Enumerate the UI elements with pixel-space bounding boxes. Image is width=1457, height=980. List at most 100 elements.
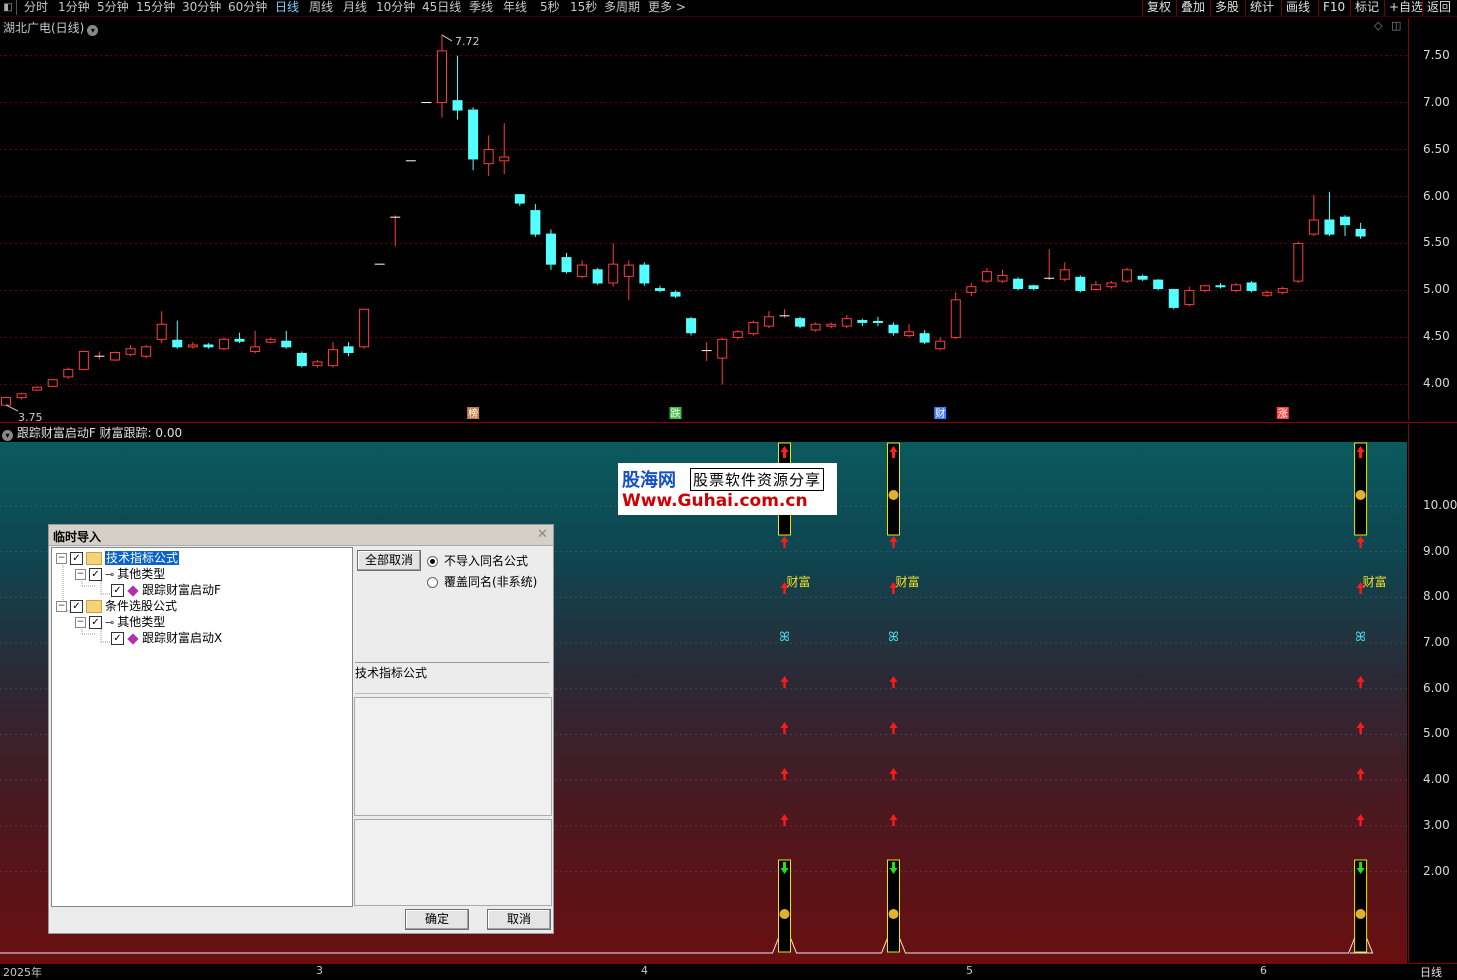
indicator-chevron-icon[interactable]: ▾	[2, 430, 13, 441]
candle[interactable]	[1028, 284, 1039, 291]
formula-description-panel[interactable]	[354, 697, 552, 816]
candle[interactable]	[281, 330, 292, 349]
period-tab[interactable]: 1分钟	[58, 0, 90, 16]
event-tag[interactable]: 涨	[1276, 407, 1289, 420]
candle[interactable]	[327, 342, 338, 368]
candle[interactable]	[810, 322, 821, 332]
formula-tree[interactable]: − ✓ 技术指标公式 − ✓ ⊸ 其他类型 ✓ 跟踪财富启动F − ✓ 条件选股公式 − ✓ ⊸ 其他…	[51, 547, 353, 907]
tree-node-formula-f[interactable]: ✓ 跟踪财富启动F	[111, 582, 221, 598]
tree-node-formula-x[interactable]: ✓ 跟踪财富启动X	[111, 630, 222, 646]
candle[interactable]	[172, 320, 183, 349]
candle[interactable]	[997, 269, 1008, 283]
candle[interactable]	[265, 337, 276, 344]
toolbar-button[interactable]: 多股	[1210, 0, 1243, 16]
candle[interactable]	[203, 343, 214, 349]
candle[interactable]	[218, 337, 229, 351]
candle[interactable]	[592, 267, 603, 285]
candle[interactable]	[701, 342, 712, 361]
candle[interactable]	[390, 215, 401, 247]
candle[interactable]	[1215, 282, 1226, 289]
period-tab[interactable]: 10分钟	[376, 0, 415, 16]
radio-unselected-icon[interactable]	[427, 577, 438, 588]
period-tab[interactable]: 多周期	[604, 0, 640, 16]
ok-button[interactable]: 确定	[405, 909, 469, 930]
period-tab[interactable]: 月线	[343, 0, 367, 16]
candle[interactable]	[1090, 281, 1101, 291]
candle[interactable]	[499, 123, 510, 174]
candle[interactable]	[47, 378, 58, 388]
candle[interactable]	[1137, 274, 1148, 282]
candle[interactable]	[452, 55, 463, 120]
candle[interactable]	[468, 107, 479, 171]
checkbox-checked-icon[interactable]: ✓	[89, 616, 102, 629]
candle[interactable]	[981, 267, 992, 283]
candle[interactable]	[483, 135, 494, 176]
candle[interactable]	[654, 285, 665, 293]
candle[interactable]	[32, 386, 43, 391]
candle[interactable]	[795, 316, 806, 329]
candle[interactable]	[125, 344, 136, 357]
signal-column[interactable]: 财富 ꕤ	[1354, 442, 1387, 953]
candle[interactable]	[63, 367, 74, 379]
period-tab[interactable]: 分时	[24, 0, 48, 16]
candle[interactable]	[1013, 277, 1024, 291]
candle[interactable]	[717, 337, 728, 385]
candle[interactable]	[94, 351, 105, 360]
collapse-icon[interactable]: −	[75, 617, 86, 628]
candle[interactable]	[1324, 191, 1335, 236]
tree-node-indicator-formulas[interactable]: − ✓ 技术指标公式	[56, 550, 180, 566]
candle[interactable]	[888, 322, 899, 336]
candle[interactable]	[436, 34, 447, 118]
candle[interactable]	[1199, 284, 1210, 293]
cancel-all-button[interactable]: 全部取消	[357, 550, 421, 571]
candle[interactable]	[670, 290, 681, 298]
candle[interactable]	[561, 252, 572, 274]
candle[interactable]	[1277, 286, 1288, 295]
collapse-icon[interactable]: −	[56, 601, 67, 612]
radio-skip-duplicates[interactable]: 不导入同名公式	[427, 552, 528, 569]
period-tab[interactable]: 5分钟	[97, 0, 129, 16]
candle[interactable]	[748, 320, 759, 336]
candle[interactable]	[857, 318, 868, 327]
candle[interactable]	[296, 351, 307, 368]
period-tab[interactable]: 60分钟	[228, 0, 267, 16]
candle[interactable]	[1075, 275, 1086, 293]
candle[interactable]	[343, 342, 354, 357]
period-tab[interactable]: 季线	[469, 0, 493, 16]
collapse-icon[interactable]: −	[75, 569, 86, 580]
candle[interactable]	[919, 329, 930, 345]
candle[interactable]	[530, 204, 541, 237]
candle[interactable]	[1, 396, 11, 406]
toolbar-button[interactable]: 统计	[1245, 0, 1278, 16]
candle[interactable]	[1122, 267, 1133, 283]
cancel-button[interactable]: 取消	[487, 909, 551, 930]
period-tab[interactable]: 15秒	[570, 0, 597, 16]
candle[interactable]	[904, 324, 915, 338]
candle[interactable]	[141, 344, 152, 359]
candle[interactable]	[841, 314, 852, 329]
candle[interactable]	[1106, 281, 1117, 289]
toolbar-button[interactable]: 叠加	[1176, 0, 1209, 16]
dialog-titlebar[interactable]: 临时导入 ✕	[49, 525, 553, 546]
radio-overwrite[interactable]: 覆盖同名(非系统)	[427, 573, 537, 590]
candle[interactable]	[623, 260, 634, 300]
event-tag[interactable]: 跌	[669, 407, 682, 420]
checkbox-checked-icon[interactable]: ✓	[111, 632, 124, 645]
checkbox-checked-icon[interactable]: ✓	[70, 552, 83, 565]
candle[interactable]	[312, 359, 323, 368]
toolbar-button[interactable]: +自选	[1384, 0, 1427, 16]
candle[interactable]	[514, 194, 525, 206]
candle[interactable]	[608, 243, 619, 287]
checkbox-checked-icon[interactable]: ✓	[111, 584, 124, 597]
candle[interactable]	[1340, 215, 1351, 236]
signal-column[interactable]: 财富 ꕤ	[778, 442, 811, 953]
candle[interactable]	[826, 322, 837, 329]
tree-node-selection-formulas[interactable]: − ✓ 条件选股公式	[56, 598, 177, 614]
candle[interactable]	[1308, 194, 1319, 236]
period-tab[interactable]: 5秒	[540, 0, 560, 16]
period-tab[interactable]: 更多 >	[648, 0, 686, 16]
period-tab[interactable]: 年线	[503, 0, 527, 16]
tree-node-other-type[interactable]: − ✓ ⊸ 其他类型	[75, 614, 165, 630]
candle[interactable]	[78, 350, 89, 371]
candle[interactable]	[935, 337, 946, 351]
